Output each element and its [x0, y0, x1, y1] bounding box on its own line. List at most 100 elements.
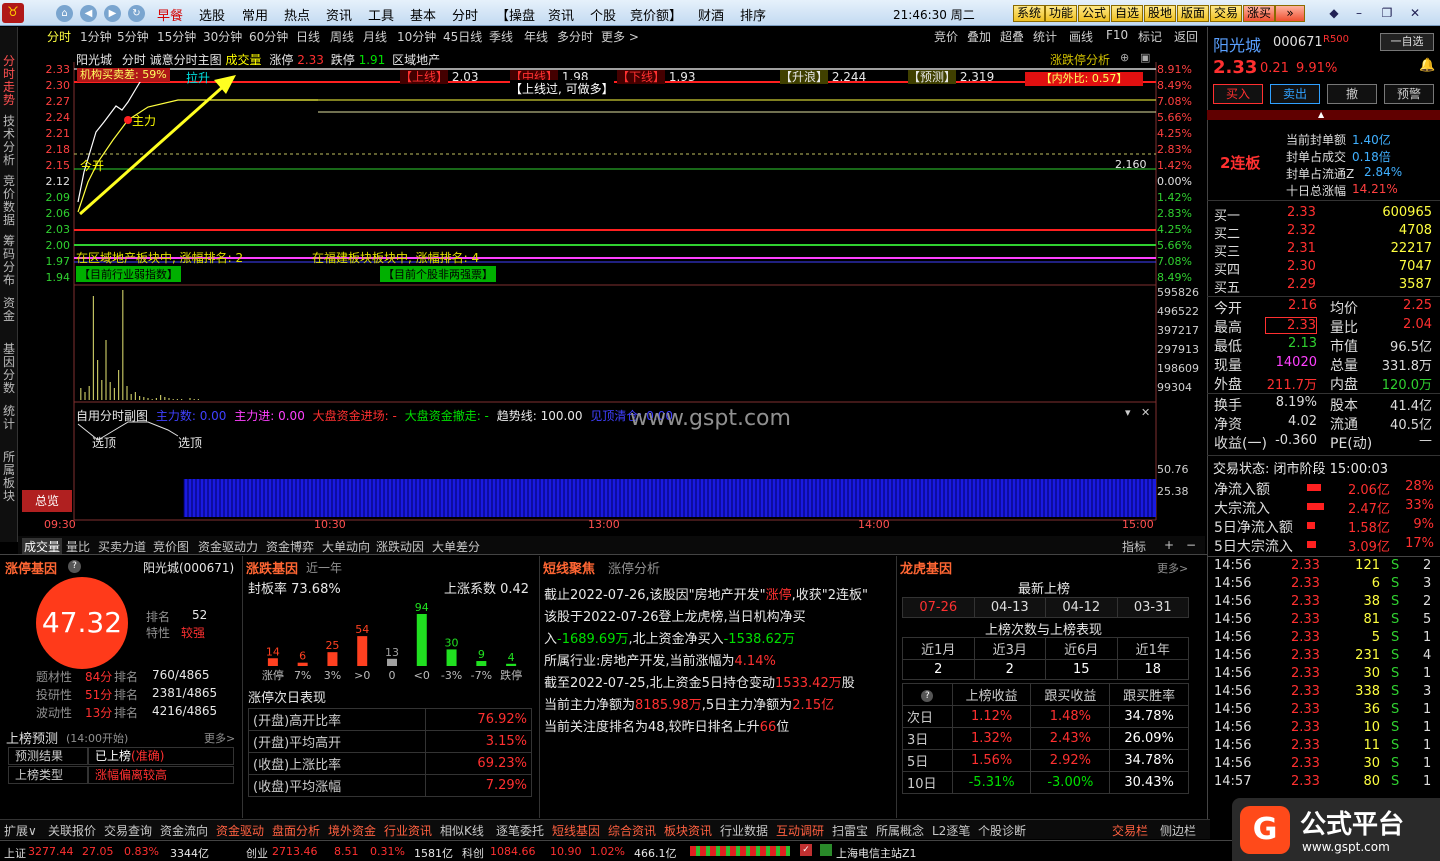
tool-7[interactable]: 返回: [1174, 28, 1198, 45]
trade-button-1[interactable]: 卖出: [1270, 84, 1320, 104]
timeframe-6[interactable]: 日线: [296, 28, 320, 45]
timeframe-9[interactable]: 10分钟: [397, 28, 436, 45]
left-tab-4[interactable]: 资金: [1, 297, 17, 323]
func-tab-18[interactable]: 个股诊断: [978, 822, 1026, 839]
indicator-ctrl-1[interactable]: +: [1164, 538, 1174, 552]
news-sub[interactable]: 涨停分析: [608, 558, 660, 577]
indicator-ctrl-2[interactable]: −: [1186, 538, 1196, 552]
lhb-date[interactable]: 03-31: [1116, 597, 1189, 618]
news-line[interactable]: 所属行业:房地产开发,当前涨幅为4.14%: [544, 650, 776, 669]
left-tab-1[interactable]: 技术分析: [1, 115, 17, 167]
timeframe-2[interactable]: 5分钟: [117, 28, 149, 45]
func-tab-3[interactable]: 资金流向: [160, 822, 208, 839]
news-line[interactable]: 该股于2022-07-26登上龙虎榜,当日机构净买: [544, 606, 806, 625]
menu-item-5[interactable]: 工具: [368, 5, 394, 24]
tool-6[interactable]: 标记: [1138, 28, 1162, 45]
indicator-tab-5[interactable]: 资金博弈: [266, 538, 314, 555]
func-tab-12[interactable]: 板块资讯: [664, 822, 712, 839]
timeframe-0[interactable]: 分时: [47, 28, 71, 45]
server-icon[interactable]: [820, 844, 832, 856]
close-sub-icon[interactable]: ✕: [1141, 406, 1150, 419]
trade-button-0[interactable]: 买入: [1213, 84, 1263, 104]
func-tab-2[interactable]: 交易查询: [104, 822, 152, 839]
func-right-0[interactable]: 交易栏: [1112, 822, 1148, 839]
indicator-tab-4[interactable]: 资金驱动力: [198, 538, 258, 555]
bell-icon[interactable]: 🔔: [1419, 58, 1435, 73]
toolbar-button-5[interactable]: 版面: [1177, 5, 1210, 22]
indicator-tab-3[interactable]: 竞价图: [153, 538, 189, 555]
left-tab-0[interactable]: 分时走势: [1, 55, 17, 107]
lhb-more-link[interactable]: 更多>: [1157, 560, 1188, 576]
left-tab-2[interactable]: 竞价数据: [1, 175, 17, 227]
toolbar-button-3[interactable]: 自选: [1111, 5, 1144, 22]
menu-item-13[interactable]: 排序: [740, 5, 766, 24]
indicator-tab-0[interactable]: 成交量: [22, 538, 63, 555]
left-tab-6[interactable]: 统计: [1, 405, 17, 431]
menu-item-4[interactable]: 资讯: [326, 5, 352, 24]
news-line[interactable]: 截至2022-07-25,北上资金5日持仓变动1533.42万股: [544, 672, 855, 691]
menu-item-10[interactable]: 个股: [590, 5, 616, 24]
func-tab-9[interactable]: 逐笔委托: [496, 822, 544, 839]
tool-2[interactable]: 超叠: [1000, 28, 1024, 45]
tool-0[interactable]: 竞价: [934, 28, 958, 45]
timeframe-14[interactable]: 更多 >: [601, 28, 639, 45]
menu-item-2[interactable]: 常用: [242, 5, 268, 24]
func-tab-6[interactable]: 境外资金: [328, 822, 376, 839]
server-label[interactable]: 上海电信主站Z1: [836, 845, 917, 861]
func-tab-10[interactable]: 短线基因: [552, 822, 600, 839]
news-line[interactable]: 入-1689.69万,北上资金净买入-1538.62万: [544, 628, 795, 647]
menu-item-3[interactable]: 热点: [284, 5, 310, 24]
func-tab-17[interactable]: L2逐笔: [932, 822, 970, 839]
func-tab-11[interactable]: 综合资讯: [608, 822, 656, 839]
timeframe-1[interactable]: 1分钟: [80, 28, 112, 45]
lhb-date[interactable]: 04-13: [973, 597, 1046, 618]
tool-4[interactable]: 画线: [1069, 28, 1093, 45]
func-tab-14[interactable]: 互动调研: [776, 822, 824, 839]
expand-icon[interactable]: »: [1275, 5, 1305, 22]
bull-icon[interactable]: ♉: [2, 3, 24, 23]
timeframe-13[interactable]: 多分时: [557, 28, 593, 45]
lhb-date[interactable]: 04-12: [1045, 597, 1118, 618]
timeframe-7[interactable]: 周线: [330, 28, 354, 45]
indicator-tab-8[interactable]: 大单差分: [432, 538, 480, 555]
func-tab-0[interactable]: 扩展∨: [4, 822, 37, 839]
func-tab-7[interactable]: 行业资讯: [384, 822, 432, 839]
help-icon[interactable]: ?: [921, 690, 934, 702]
menu-item-8[interactable]: 【操盘: [496, 5, 535, 24]
maximize-icon[interactable]: ❐: [1378, 5, 1396, 21]
func-tab-16[interactable]: 所属概念: [876, 822, 924, 839]
trade-button-3[interactable]: 预警: [1384, 84, 1434, 104]
pred-more-link[interactable]: 更多>: [204, 730, 235, 746]
func-tab-13[interactable]: 行业数据: [720, 822, 768, 839]
toolbar-button-1[interactable]: 功能: [1045, 5, 1078, 22]
func-tab-4[interactable]: 资金驱动: [216, 822, 264, 839]
forward-icon[interactable]: ▶: [104, 5, 121, 22]
toolbar-button-2[interactable]: 公式: [1078, 5, 1111, 22]
intraday-chart[interactable]: [18, 62, 1207, 534]
toolbar-button-7[interactable]: 涨买: [1243, 5, 1276, 22]
timeframe-5[interactable]: 60分钟: [249, 28, 288, 45]
left-tab-3[interactable]: 筹码分布: [1, 235, 17, 287]
left-tab-7[interactable]: 所属板块: [1, 451, 17, 503]
menu-item-7[interactable]: 分时: [452, 5, 478, 24]
menu-item-12[interactable]: 财酒: [698, 5, 724, 24]
toolbar-button-4[interactable]: 股地: [1144, 5, 1177, 22]
func-right-1[interactable]: 侧边栏: [1160, 822, 1196, 839]
indicator-ctrl-0[interactable]: 指标: [1122, 538, 1146, 555]
collapse-icon[interactable]: ▲: [1318, 111, 1330, 119]
news-line[interactable]: 当前关注度排名为48,较昨日排名上升66位: [544, 716, 789, 735]
menu-item-6[interactable]: 基本: [410, 5, 436, 24]
toolbar-button-6[interactable]: 交易: [1210, 5, 1243, 22]
timeframe-11[interactable]: 季线: [489, 28, 513, 45]
news-line[interactable]: 截止2022-07-26,该股因"房地产开发"涨停,收获"2连板": [544, 584, 868, 603]
indicator-tab-7[interactable]: 涨跌动因: [376, 538, 424, 555]
news-line[interactable]: 当前主力净额为8185.98万,5日主力净额为2.15亿: [544, 694, 834, 713]
left-tab-5[interactable]: 基因分数: [1, 343, 17, 395]
func-tab-15[interactable]: 扫雷宝: [832, 822, 868, 839]
tool-3[interactable]: 统计: [1033, 28, 1057, 45]
home-icon[interactable]: ⌂: [56, 5, 73, 22]
menu-item-11[interactable]: 竞价额】: [630, 5, 682, 24]
func-tab-8[interactable]: 相似K线: [440, 822, 484, 839]
indicator-tab-6[interactable]: 大单动向: [322, 538, 370, 555]
func-tab-5[interactable]: 盘面分析: [272, 822, 320, 839]
